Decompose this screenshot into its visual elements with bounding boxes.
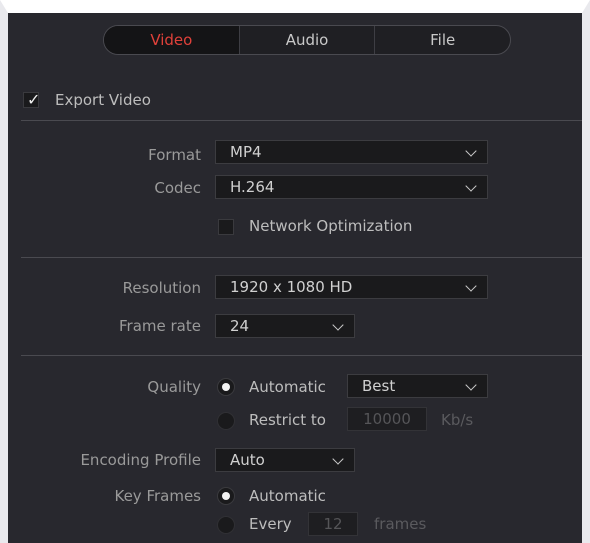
checkmark-icon: ✓ (27, 90, 41, 109)
encoding-profile-label: Encoding Profile (80, 451, 201, 469)
tab-audio[interactable]: Audio (240, 26, 376, 54)
bitrate-unit: Kb/s (441, 411, 474, 429)
key-frames-every-radio[interactable] (217, 516, 235, 534)
format-label: Format (148, 146, 201, 164)
resolution-label: Resolution (122, 279, 201, 297)
network-optimization-label: Network Optimization (249, 217, 413, 235)
quality-preset-value: Best (362, 377, 396, 395)
key-frames-unit: frames (374, 515, 427, 533)
chevron-down-icon (465, 280, 477, 292)
divider (21, 120, 582, 121)
export-video-label: Export Video (55, 91, 151, 109)
encoding-profile-select[interactable]: Auto (215, 448, 355, 472)
quality-automatic-radio[interactable] (217, 378, 235, 396)
quality-label: Quality (147, 378, 201, 396)
quality-preset-select[interactable]: Best (347, 374, 488, 398)
key-frames-label: Key Frames (114, 487, 201, 505)
frame-rate-value: 24 (230, 317, 250, 335)
chevron-down-icon (465, 379, 477, 391)
codec-select[interactable]: H.264 (215, 175, 488, 199)
chevron-down-icon (465, 180, 477, 192)
divider (21, 257, 582, 258)
chevron-down-icon (465, 145, 477, 157)
bitrate-input[interactable]: 10000 (347, 407, 427, 431)
quality-automatic-label: Automatic (249, 378, 326, 396)
resolution-select[interactable]: 1920 x 1080 HD (215, 275, 488, 299)
codec-value: H.264 (230, 178, 275, 196)
chevron-down-icon (332, 453, 344, 465)
format-value: MP4 (230, 143, 262, 161)
key-frames-automatic-label: Automatic (249, 487, 326, 505)
tab-file[interactable]: File (375, 26, 510, 54)
video-settings-panel: Video Audio File ✓ Export Video Format M… (8, 13, 582, 543)
tab-bar: Video Audio File (103, 25, 511, 55)
tab-video[interactable]: Video (104, 26, 240, 54)
format-select[interactable]: MP4 (215, 140, 488, 164)
divider (21, 355, 582, 356)
quality-restrict-radio[interactable] (217, 412, 235, 430)
key-frames-every-input[interactable]: 12 (308, 512, 358, 536)
network-optimization-checkbox[interactable] (218, 219, 234, 235)
encoding-profile-value: Auto (230, 451, 265, 469)
export-video-checkbox[interactable]: ✓ (23, 90, 41, 109)
frame-rate-select[interactable]: 24 (215, 314, 355, 338)
key-frames-automatic-radio[interactable] (217, 487, 235, 505)
resolution-value: 1920 x 1080 HD (230, 278, 353, 296)
codec-label: Codec (154, 179, 201, 197)
frame-rate-label: Frame rate (119, 317, 201, 335)
chevron-down-icon (332, 319, 344, 331)
key-frames-every-label: Every (249, 515, 292, 533)
quality-restrict-label: Restrict to (249, 411, 326, 429)
